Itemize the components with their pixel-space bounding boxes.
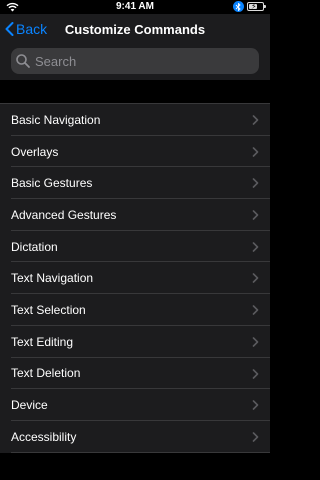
chevron-right-icon bbox=[252, 368, 259, 379]
command-row[interactable]: Basic Navigation bbox=[0, 104, 270, 136]
command-label: Basic Gestures bbox=[11, 176, 93, 191]
row-divider bbox=[11, 451, 270, 453]
command-row[interactable]: Basic Gestures bbox=[0, 167, 270, 200]
search-bar: Search bbox=[0, 45, 270, 80]
command-row[interactable]: Text Editing bbox=[0, 326, 270, 358]
chevron-right-icon bbox=[252, 241, 259, 252]
command-row[interactable]: Device bbox=[0, 389, 270, 421]
chevron-right-icon bbox=[252, 337, 259, 347]
command-list: Basic Navigation Overlays Basic Gestures Ad… bbox=[0, 104, 270, 453]
command-row[interactable]: Text Navigation bbox=[0, 262, 270, 295]
command-label: Dictation bbox=[11, 239, 58, 254]
bluetooth-icon bbox=[233, 1, 244, 12]
chevron-right-icon bbox=[252, 305, 259, 315]
command-label: Accessibility bbox=[11, 429, 77, 444]
chevron-right-icon bbox=[252, 146, 259, 157]
chevron-right-icon bbox=[252, 432, 259, 442]
page-title: Customize Commands bbox=[64, 22, 206, 37]
command-label: Text Deletion bbox=[11, 366, 81, 381]
command-row[interactable]: Text Selection bbox=[0, 294, 270, 326]
chevron-right-icon bbox=[252, 273, 259, 284]
command-row[interactable]: Text Deletion bbox=[0, 358, 270, 390]
navigation-bar: Back Customize Commands bbox=[0, 14, 270, 46]
command-label: Overlays bbox=[11, 144, 59, 159]
command-label: Advanced Gestures bbox=[11, 207, 117, 222]
command-label: Device bbox=[11, 398, 48, 413]
command-label: Text Selection bbox=[11, 302, 86, 317]
search-placeholder: Search bbox=[35, 53, 77, 69]
command-row[interactable]: Dictation bbox=[0, 231, 270, 263]
command-row[interactable]: Advanced Gestures bbox=[0, 199, 270, 231]
status-bar: 9:41 AM ⚡ bbox=[0, 0, 270, 14]
command-row[interactable]: Accessibility bbox=[0, 421, 270, 453]
battery-charging-icon: ⚡ bbox=[247, 2, 266, 11]
command-row[interactable]: Overlays bbox=[0, 136, 270, 168]
search-icon bbox=[16, 54, 30, 68]
search-input[interactable]: Search bbox=[11, 48, 259, 74]
chevron-right-icon bbox=[252, 115, 259, 125]
chevron-right-icon bbox=[252, 210, 259, 220]
command-label: Text Editing bbox=[11, 334, 74, 349]
command-label: Basic Navigation bbox=[11, 112, 101, 127]
command-label: Text Navigation bbox=[11, 271, 94, 286]
status-time: 9:41 AM bbox=[116, 1, 154, 12]
chevron-right-icon bbox=[252, 400, 259, 410]
chevron-right-icon bbox=[252, 178, 259, 189]
